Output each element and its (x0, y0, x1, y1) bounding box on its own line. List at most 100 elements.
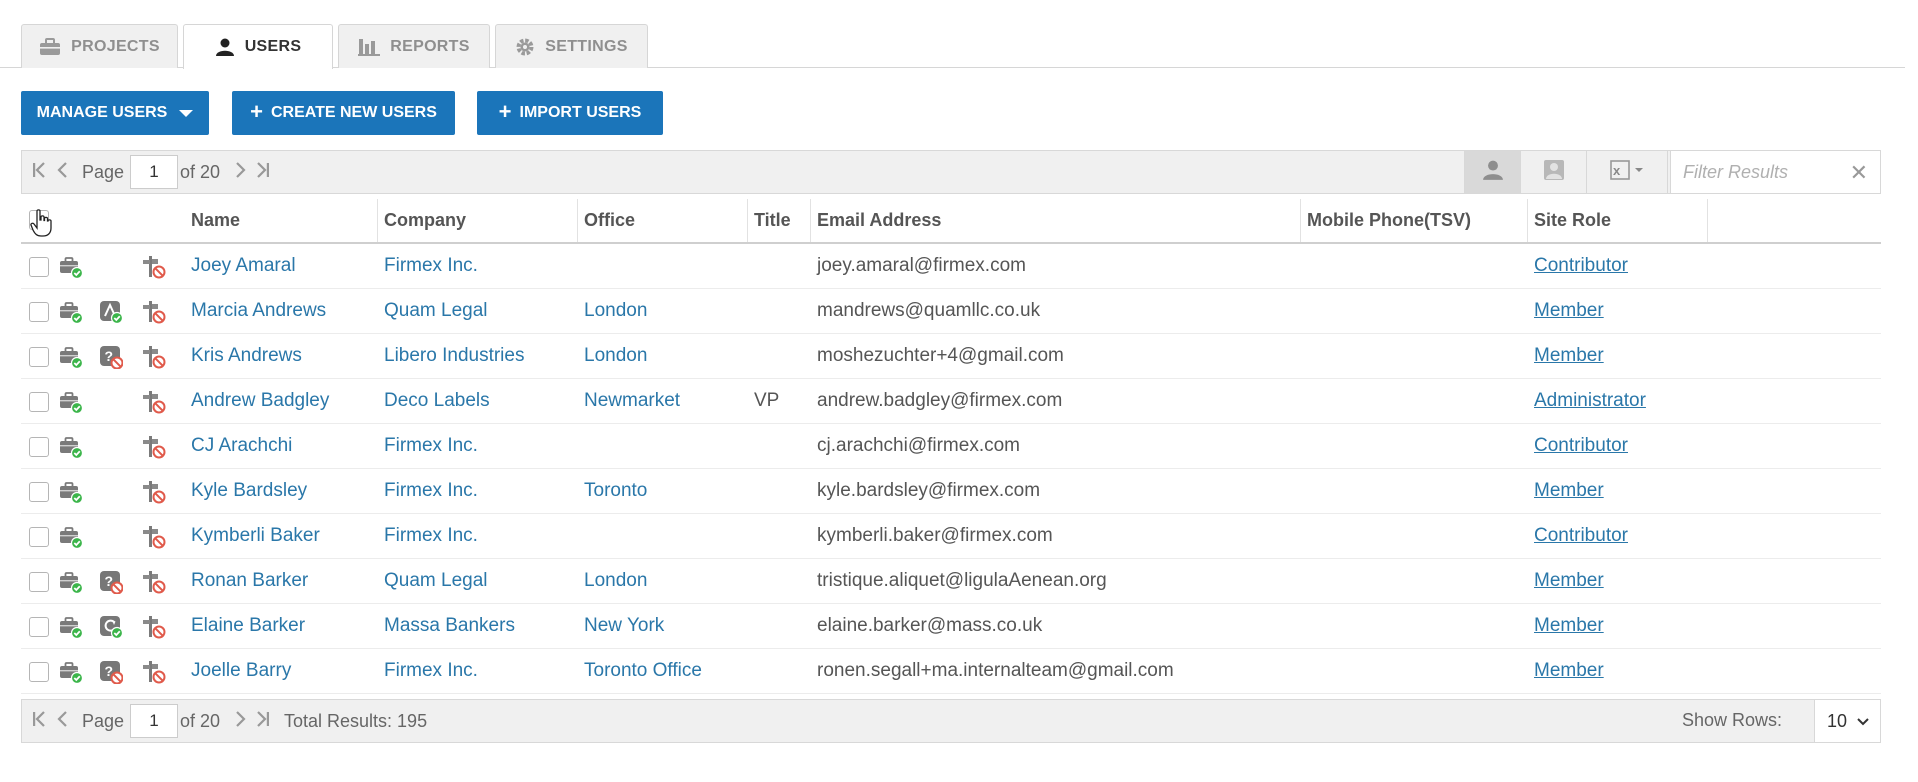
site-role-link[interactable]: Member (1534, 604, 1604, 648)
row-checkbox[interactable] (29, 572, 49, 592)
table-row: Kyle Bardsley Firmex Inc. Toronto kyle.bard… (21, 469, 1881, 514)
export-excel-dropdown[interactable]: x (1586, 151, 1667, 193)
user-icon (1482, 159, 1504, 186)
user-name-link[interactable]: Andrew Badgley (191, 379, 329, 423)
column-header-title[interactable]: Title (748, 199, 811, 242)
active-users-view-button[interactable] (1464, 151, 1520, 193)
hand-cursor-icon (30, 209, 52, 242)
site-role-link[interactable]: Member (1534, 559, 1604, 603)
access-blocked-icon[interactable] (142, 300, 166, 324)
manage-users-button[interactable]: MANAGE USERS (21, 91, 209, 135)
table-row: ? Joelle Barry Firmex Inc. Toronto Office ro… (21, 649, 1881, 694)
site-role-link[interactable]: Administrator (1534, 379, 1646, 423)
row-checkbox[interactable] (29, 527, 49, 547)
table-row: ? Ronan Barker Quam Legal London tristique.a… (21, 559, 1881, 604)
svg-text:x: x (1613, 163, 1621, 178)
last-page-icon[interactable] (256, 710, 270, 733)
column-header-email[interactable]: Email Address (811, 199, 1301, 242)
pending-status-icon: ? (99, 345, 123, 369)
inactive-users-view-button[interactable] (1520, 151, 1586, 193)
gear-icon (515, 37, 535, 57)
tab-projects[interactable]: PROJECTS (21, 24, 178, 68)
access-blocked-icon[interactable] (142, 570, 166, 594)
active-briefcase-icon (59, 570, 83, 594)
company-link[interactable]: Quam Legal (384, 559, 488, 603)
row-checkbox[interactable] (29, 617, 49, 637)
site-role-link[interactable]: Member (1534, 469, 1604, 513)
next-page-icon[interactable] (235, 161, 247, 184)
office-link[interactable]: London (584, 289, 647, 333)
column-header-mobile[interactable]: Mobile Phone(TSV) (1301, 199, 1528, 242)
access-blocked-icon[interactable] (142, 615, 166, 639)
prev-page-icon[interactable] (56, 161, 68, 184)
table-row: Kymberli Baker Firmex Inc. kymberli.baker@… (21, 514, 1881, 559)
company-link[interactable]: Libero Industries (384, 334, 524, 378)
last-page-icon[interactable] (256, 161, 270, 184)
import-users-button[interactable]: + IMPORT USERS (477, 91, 663, 135)
user-name-link[interactable]: Joey Amaral (191, 244, 296, 288)
office-link[interactable]: Toronto Office (584, 649, 702, 693)
company-link[interactable]: Firmex Inc. (384, 514, 478, 558)
access-blocked-icon[interactable] (142, 435, 166, 459)
company-link[interactable]: Firmex Inc. (384, 424, 478, 468)
user-name-link[interactable]: CJ Arachchi (191, 424, 292, 468)
clear-filter-icon[interactable]: ✕ (1850, 160, 1868, 186)
tab-settings[interactable]: SETTINGS (495, 24, 648, 68)
company-link[interactable]: Firmex Inc. (384, 469, 478, 513)
column-header-name[interactable]: Name (185, 199, 378, 242)
site-role-link[interactable]: Contributor (1534, 424, 1628, 468)
row-checkbox[interactable] (29, 302, 49, 322)
access-blocked-icon[interactable] (142, 660, 166, 684)
page-number-input[interactable] (130, 704, 178, 738)
show-rows-select[interactable]: 10 (1814, 700, 1880, 742)
access-blocked-icon[interactable] (142, 255, 166, 279)
site-role-link[interactable]: Contributor (1534, 514, 1628, 558)
company-link[interactable]: Quam Legal (384, 289, 488, 333)
site-role-link[interactable]: Member (1534, 649, 1604, 693)
row-checkbox[interactable] (29, 347, 49, 367)
first-page-icon[interactable] (32, 161, 46, 184)
tab-users[interactable]: USERS (183, 24, 333, 69)
active-briefcase-icon (59, 345, 83, 369)
company-link[interactable]: Firmex Inc. (384, 244, 478, 288)
email-cell: mandrews@quamllc.co.uk (817, 300, 1041, 321)
user-name-link[interactable]: Ronan Barker (191, 559, 308, 603)
user-name-link[interactable]: Marcia Andrews (191, 289, 326, 333)
next-page-icon[interactable] (235, 710, 247, 733)
user-name-link[interactable]: Kymberli Baker (191, 514, 320, 558)
office-link[interactable]: London (584, 559, 647, 603)
office-link[interactable]: London (584, 334, 647, 378)
access-blocked-icon[interactable] (142, 480, 166, 504)
site-role-link[interactable]: Member (1534, 334, 1604, 378)
office-link[interactable]: Toronto (584, 469, 647, 513)
access-blocked-icon[interactable] (142, 390, 166, 414)
row-checkbox[interactable] (29, 257, 49, 277)
column-header-role[interactable]: Site Role (1528, 199, 1708, 242)
site-role-link[interactable]: Contributor (1534, 244, 1628, 288)
first-page-icon[interactable] (32, 710, 46, 733)
site-role-link[interactable]: Member (1534, 289, 1604, 333)
row-checkbox[interactable] (29, 392, 49, 412)
user-name-link[interactable]: Elaine Barker (191, 604, 305, 648)
table-body: Joey Amaral Firmex Inc. joey.amaral@firmex… (21, 244, 1881, 694)
user-name-link[interactable]: Kyle Bardsley (191, 469, 307, 513)
create-new-users-button[interactable]: + CREATE NEW USERS (232, 91, 455, 135)
office-link[interactable]: New York (584, 604, 664, 648)
company-link[interactable]: Deco Labels (384, 379, 490, 423)
page-number-input[interactable] (130, 155, 178, 189)
tab-reports[interactable]: REPORTS (338, 24, 490, 68)
filter-results-input[interactable] (1671, 151, 1841, 193)
user-name-link[interactable]: Kris Andrews (191, 334, 302, 378)
row-checkbox[interactable] (29, 437, 49, 457)
prev-page-icon[interactable] (56, 710, 68, 733)
row-checkbox[interactable] (29, 482, 49, 502)
office-link[interactable]: Newmarket (584, 379, 680, 423)
row-checkbox[interactable] (29, 662, 49, 682)
column-header-company[interactable]: Company (378, 199, 578, 242)
access-blocked-icon[interactable] (142, 345, 166, 369)
column-header-office[interactable]: Office (578, 199, 748, 242)
company-link[interactable]: Massa Bankers (384, 604, 515, 648)
user-name-link[interactable]: Joelle Barry (191, 649, 291, 693)
access-blocked-icon[interactable] (142, 525, 166, 549)
company-link[interactable]: Firmex Inc. (384, 649, 478, 693)
